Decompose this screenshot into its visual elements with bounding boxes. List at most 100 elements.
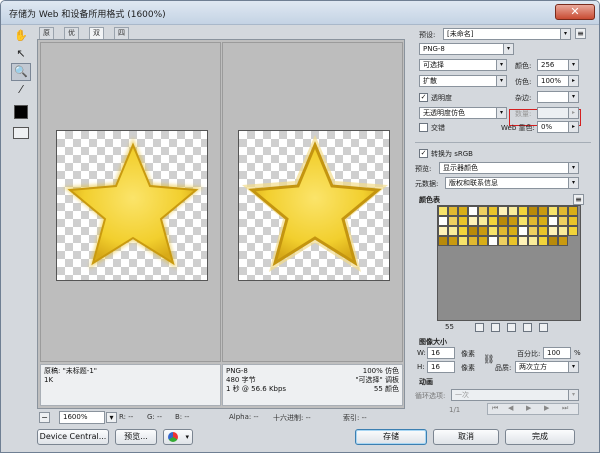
color-swatch[interactable] <box>448 216 458 226</box>
dither-amount-select[interactable]: 100% ▸ <box>537 75 579 87</box>
quality-select[interactable]: 两次立方 ▾ <box>515 361 579 373</box>
color-swatch[interactable] <box>478 236 488 246</box>
transparency-checkbox[interactable]: ✓ <box>419 93 428 102</box>
color-swatch[interactable] <box>558 216 568 226</box>
color-swatch[interactable] <box>538 216 548 226</box>
height-input[interactable]: 16 <box>427 361 455 373</box>
color-swatch[interactable] <box>488 216 498 226</box>
color-swatch[interactable] <box>528 236 538 246</box>
color-swatch[interactable] <box>458 226 468 236</box>
colors-select[interactable]: 256 ▾ <box>537 59 579 71</box>
color-swatch[interactable] <box>518 226 528 236</box>
color-swatch[interactable] <box>488 206 498 216</box>
map-colors-icon[interactable] <box>475 323 484 332</box>
color-swatch[interactable] <box>508 236 518 246</box>
color-swatch[interactable] <box>458 206 468 216</box>
lock-color-icon[interactable] <box>507 323 516 332</box>
constrain-proportions-icon[interactable]: ⛓ <box>483 355 494 365</box>
color-swatch[interactable] <box>558 226 568 236</box>
web-snap-select[interactable]: 0% ▸ <box>537 121 579 133</box>
color-table[interactable] <box>437 205 581 321</box>
toggle-slices-icon[interactable] <box>13 127 29 139</box>
trash-icon[interactable] <box>539 323 548 332</box>
color-swatch[interactable] <box>478 206 488 216</box>
color-swatch[interactable] <box>548 216 558 226</box>
zoom-dropdown-button[interactable]: ▾ <box>106 412 117 423</box>
color-swatch[interactable] <box>558 206 568 216</box>
color-swatch[interactable] <box>448 236 458 246</box>
color-swatch[interactable] <box>468 236 478 246</box>
color-swatch[interactable] <box>448 226 458 236</box>
tab-optimized[interactable]: 优化 <box>64 27 79 48</box>
color-swatch[interactable] <box>538 206 548 216</box>
color-swatch[interactable] <box>498 226 508 236</box>
color-swatch[interactable] <box>558 236 568 246</box>
color-swatch[interactable] <box>498 216 508 226</box>
tab-4-up[interactable]: 四联 <box>114 27 129 48</box>
color-swatch[interactable] <box>468 206 478 216</box>
color-swatch[interactable] <box>508 226 518 236</box>
cancel-button[interactable]: 取消 <box>433 429 499 445</box>
original-preview-pane[interactable] <box>40 42 221 362</box>
close-icon[interactable]: ✕ <box>555 4 595 20</box>
convert-srgb-checkbox[interactable]: ✓ <box>419 149 428 158</box>
color-swatch[interactable] <box>568 206 578 216</box>
optimize-menu-icon[interactable]: ≡ <box>575 28 586 39</box>
interlaced-checkbox[interactable] <box>419 123 428 132</box>
color-swatch[interactable] <box>438 216 448 226</box>
color-swatch[interactable] <box>438 206 448 216</box>
format-select[interactable]: PNG-8 ▾ <box>419 43 514 55</box>
color-swatch[interactable] <box>538 226 548 236</box>
color-swatch[interactable] <box>508 216 518 226</box>
first-frame-icon[interactable]: ⏮ <box>492 404 498 413</box>
done-button[interactable]: 完成 <box>505 429 575 445</box>
percent-input[interactable]: 100 <box>543 347 571 359</box>
matte-select[interactable]: ▾ <box>537 91 579 103</box>
device-central-button[interactable]: Device Central... <box>37 429 109 445</box>
optimized-preview-pane[interactable] <box>222 42 403 362</box>
color-swatch[interactable] <box>518 216 528 226</box>
hand-tool-icon[interactable]: ✋ <box>11 27 31 45</box>
eyedropper-color-swatch[interactable] <box>14 105 28 119</box>
color-swatch[interactable] <box>548 206 558 216</box>
color-swatch[interactable] <box>458 236 468 246</box>
color-swatch[interactable] <box>498 206 508 216</box>
metadata-select[interactable]: 版权和联系信息 ▾ <box>445 177 579 189</box>
color-swatch[interactable] <box>518 236 528 246</box>
zoom-tool-icon[interactable]: 🔍 <box>11 63 31 81</box>
color-swatch[interactable] <box>488 226 498 236</box>
add-color-icon[interactable] <box>523 323 532 332</box>
zoom-out-button[interactable]: − <box>39 412 50 423</box>
web-shift-icon[interactable] <box>491 323 500 332</box>
preview-button[interactable]: 预览... <box>115 429 157 445</box>
width-input[interactable]: 16 <box>427 347 455 359</box>
color-swatch[interactable] <box>488 236 498 246</box>
color-swatch[interactable] <box>478 216 488 226</box>
browser-preview-button[interactable]: ▾ <box>163 429 193 445</box>
next-frame-icon[interactable]: ▶ <box>544 404 549 412</box>
slice-select-tool-icon[interactable]: ↖ <box>11 45 31 63</box>
color-reduction-select[interactable]: 可选择 ▾ <box>419 59 507 71</box>
color-swatch[interactable] <box>518 206 528 216</box>
save-button[interactable]: 存储 <box>355 429 427 445</box>
color-swatch[interactable] <box>448 206 458 216</box>
eyedropper-tool-icon[interactable]: ⁄ <box>11 81 31 99</box>
preset-select[interactable]: [未命名] ▾ <box>443 28 571 40</box>
color-swatch[interactable] <box>528 216 538 226</box>
color-swatch[interactable] <box>438 236 448 246</box>
color-swatch[interactable] <box>458 216 468 226</box>
color-swatch[interactable] <box>438 226 448 236</box>
last-frame-icon[interactable]: ⏭ <box>562 404 568 413</box>
color-swatch[interactable] <box>498 236 508 246</box>
prev-frame-icon[interactable]: ◀ <box>508 404 513 412</box>
color-swatch[interactable] <box>528 226 538 236</box>
color-swatch[interactable] <box>548 226 558 236</box>
color-swatch[interactable] <box>508 206 518 216</box>
color-swatch[interactable] <box>568 226 578 236</box>
color-swatch[interactable] <box>468 226 478 236</box>
tab-2-up[interactable]: 双联 <box>89 27 104 48</box>
preview-select[interactable]: 显示器颜色 ▾ <box>439 162 579 174</box>
color-swatch[interactable] <box>478 226 488 236</box>
tab-original[interactable]: 原稿 <box>39 27 54 48</box>
color-swatch[interactable] <box>528 206 538 216</box>
